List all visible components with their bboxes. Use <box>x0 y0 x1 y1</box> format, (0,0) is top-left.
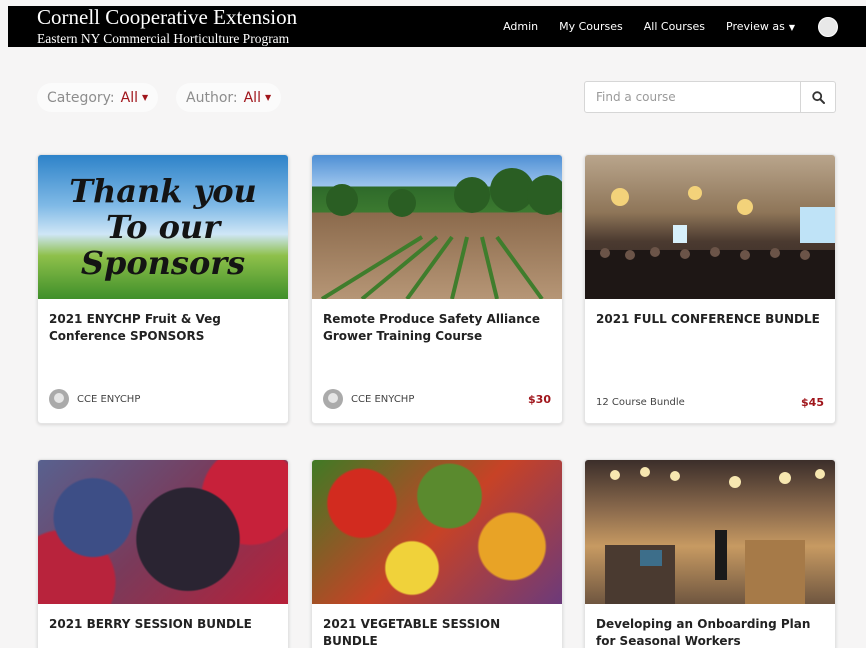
course-title: 2021 FULL CONFERENCE BUNDLE <box>596 312 820 326</box>
course-image <box>585 460 835 604</box>
search-input[interactable] <box>585 82 800 112</box>
course-card[interactable]: 2021 BERRY SESSION BUNDLE <box>37 459 289 648</box>
author-avatar <box>323 389 343 409</box>
user-avatar[interactable] <box>818 16 838 37</box>
course-footer: CCE ENYCHP $30 <box>323 389 551 409</box>
course-card[interactable]: Remote Produce Safety Alliance Grower Tr… <box>311 154 563 424</box>
search-button[interactable] <box>800 82 835 112</box>
search-icon <box>811 90 825 104</box>
caret-down-icon: ▼ <box>264 93 272 102</box>
course-title: Remote Produce Safety Alliance Grower Tr… <box>323 312 541 343</box>
category-filter-label: Category: <box>47 89 115 106</box>
course-card[interactable]: Thank you To our Sponsors 2021 ENYCHP Fr… <box>37 154 289 424</box>
nav-preview-as[interactable]: Preview as ▼ <box>726 20 795 33</box>
author-filter[interactable]: Author: All ▼ <box>176 83 282 112</box>
course-footer: CCE ENYCHP <box>49 389 277 409</box>
sponsor-image-text: Thank you To our Sponsors <box>38 173 288 281</box>
caret-down-icon: ▼ <box>142 93 149 102</box>
author-filter-label: Author: <box>186 89 238 106</box>
category-filter[interactable]: Category: All ▼ <box>37 83 159 112</box>
brand-subtitle: Eastern NY Commercial Horticulture Progr… <box>37 31 290 46</box>
course-image: Thank you To our Sponsors <box>38 155 288 299</box>
course-image <box>312 155 562 299</box>
store-graphic <box>605 467 825 604</box>
nav-menu: Admin My Courses All Courses Preview as ▼ <box>503 6 866 47</box>
category-filter-value: All <box>120 89 139 106</box>
caret-down-icon: ▼ <box>788 23 795 32</box>
top-navbar: Cornell Cooperative Extension Eastern NY… <box>8 6 866 47</box>
sponsor-text-line: Thank you <box>69 172 257 210</box>
preview-as-label: Preview as <box>726 20 785 33</box>
sponsor-text-line: Sponsors <box>80 244 246 282</box>
brand-title: Cornell Cooperative Extension <box>37 5 298 29</box>
course-image <box>585 155 835 299</box>
course-title: Developing an Onboarding Plan for Season… <box>596 617 811 648</box>
course-image <box>312 460 562 604</box>
field-rows-graphic <box>320 168 562 299</box>
author-avatar <box>49 389 69 409</box>
course-card[interactable]: 2021 VEGETABLE SESSION BUNDLE <box>311 459 563 648</box>
course-bundle-count: 12 Course Bundle <box>596 397 685 408</box>
course-card[interactable]: Developing an Onboarding Plan for Season… <box>584 459 836 648</box>
nav-all-courses[interactable]: All Courses <box>644 20 705 33</box>
course-footer: 12 Course Bundle $45 <box>596 396 824 409</box>
nav-my-courses[interactable]: My Courses <box>559 20 623 33</box>
course-title: 2021 VEGETABLE SESSION BUNDLE <box>323 617 501 648</box>
conference-hall-graphic <box>585 186 835 299</box>
author-filter-value: All <box>243 89 261 106</box>
course-title: 2021 BERRY SESSION BUNDLE <box>49 617 252 631</box>
nav-admin[interactable]: Admin <box>503 20 538 33</box>
course-price: $30 <box>528 392 551 406</box>
brand[interactable]: Cornell Cooperative Extension Eastern NY… <box>37 6 297 47</box>
sponsor-text-line: To our <box>105 208 221 246</box>
course-image <box>38 460 288 604</box>
course-price: $45 <box>801 396 824 409</box>
course-search <box>584 81 836 113</box>
course-card[interactable]: 2021 FULL CONFERENCE BUNDLE 12 Course Bu… <box>584 154 836 424</box>
course-title: 2021 ENYCHP Fruit & Veg Conference SPONS… <box>49 312 221 343</box>
course-author: CCE ENYCHP <box>351 393 415 405</box>
course-author: CCE ENYCHP <box>77 393 141 405</box>
